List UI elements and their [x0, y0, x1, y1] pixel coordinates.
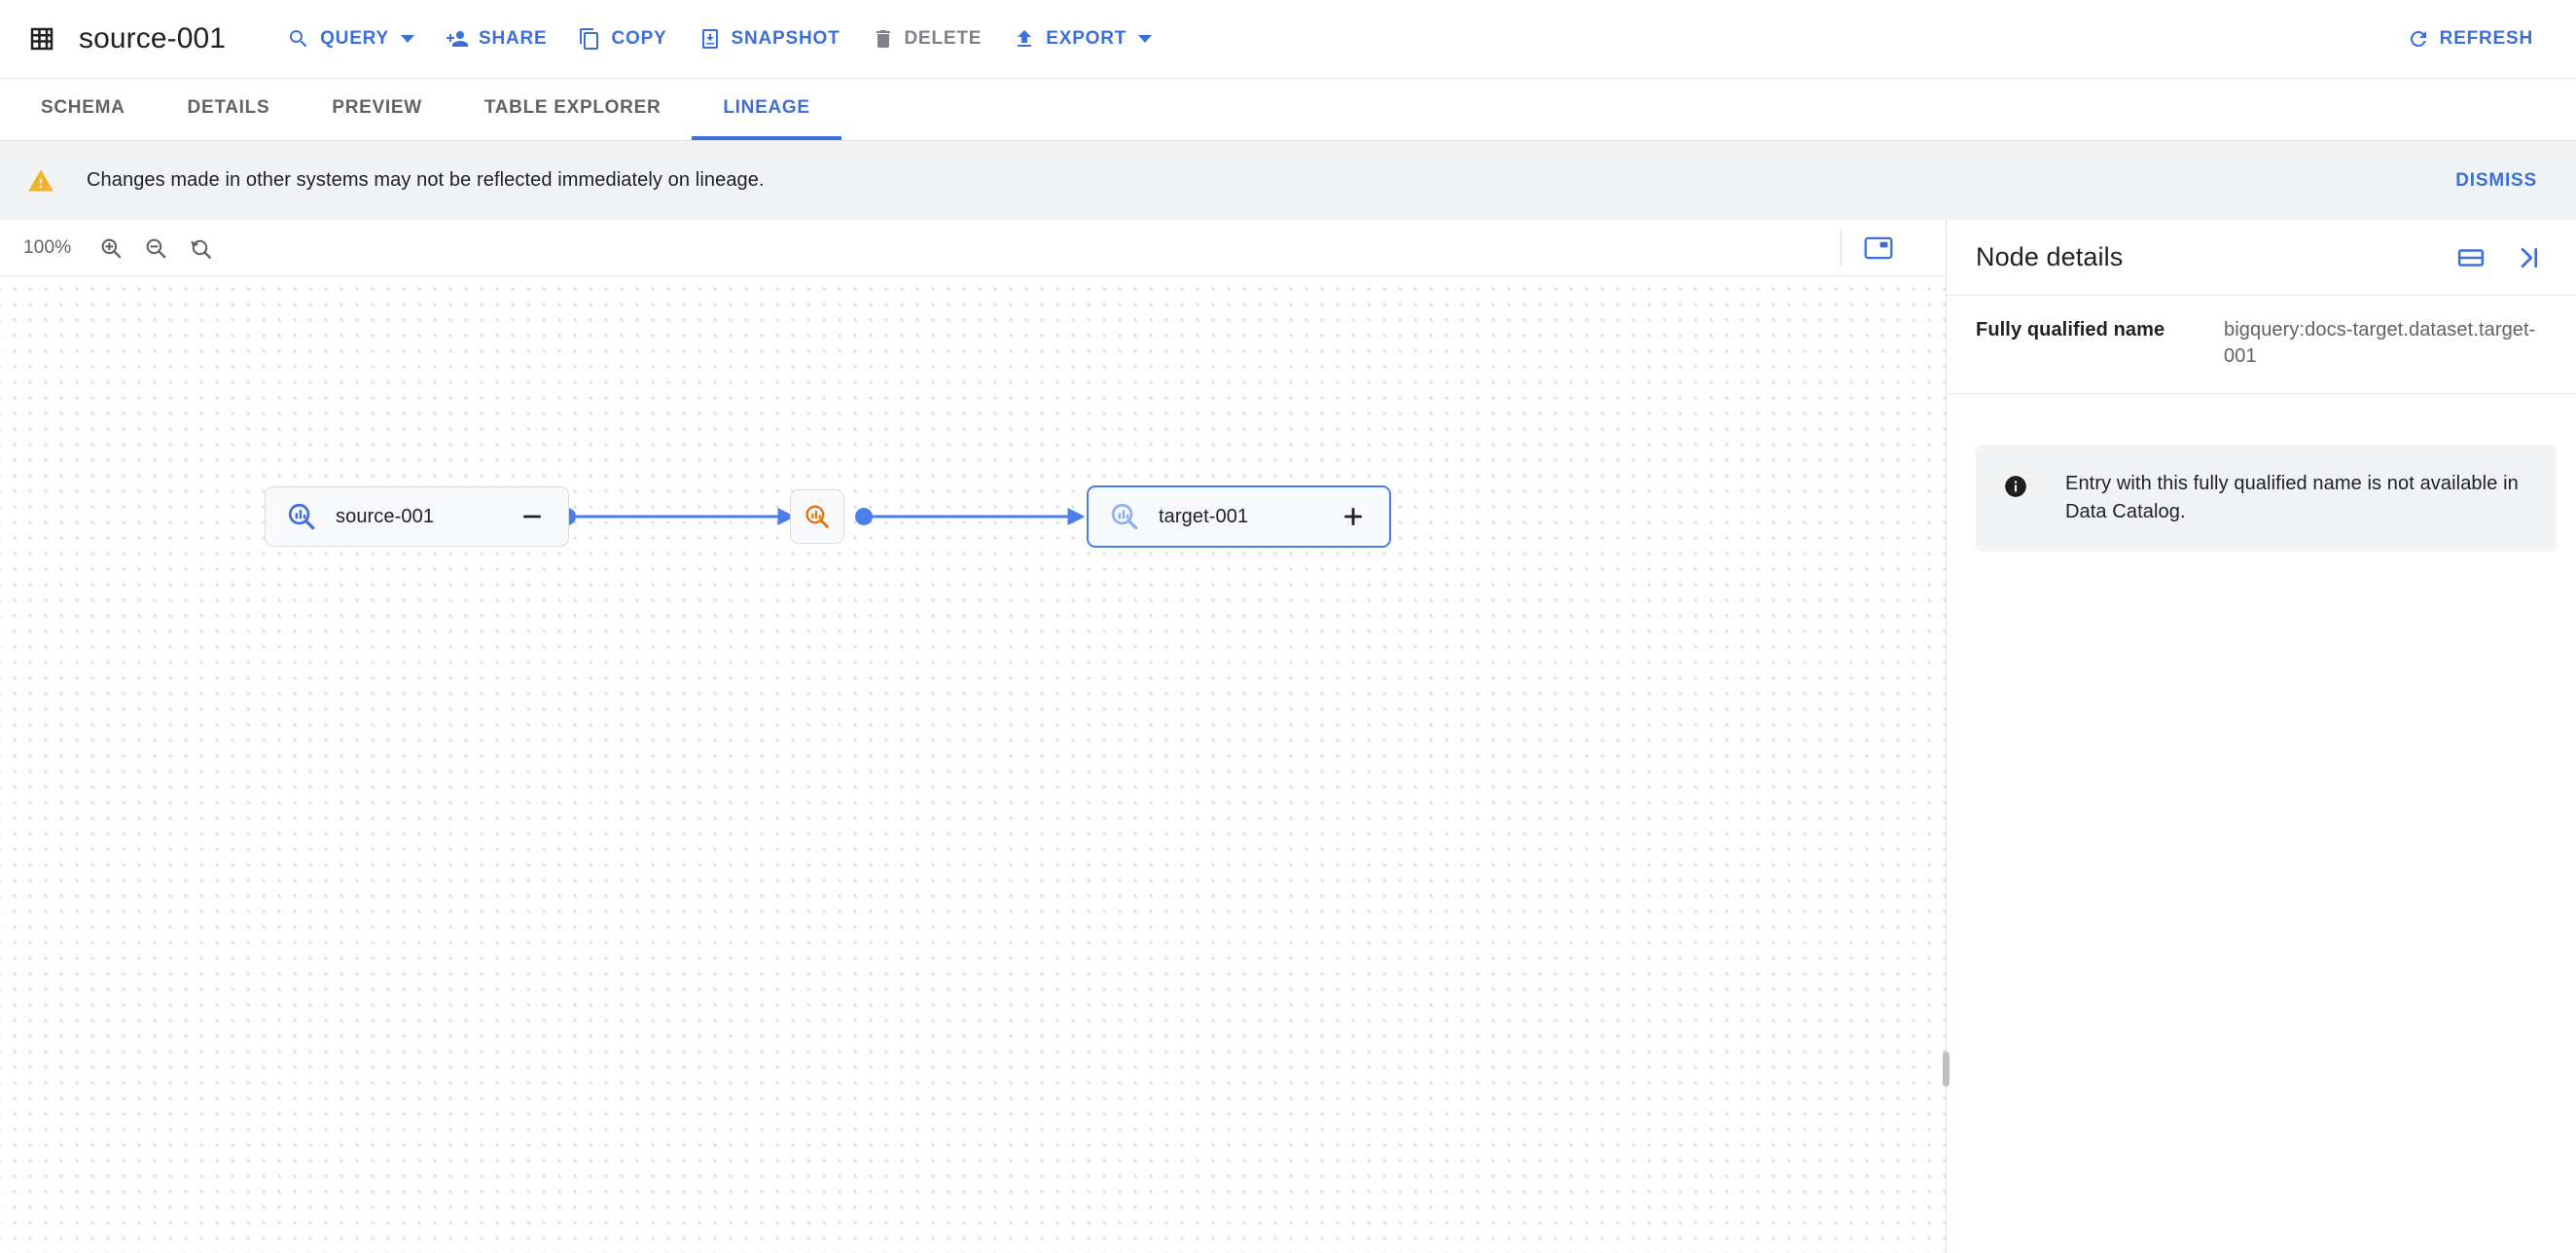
toolbar-divider	[1841, 229, 1842, 267]
tab-lineage[interactable]: LINEAGE	[692, 79, 841, 140]
minus-icon	[523, 515, 541, 519]
lineage-node-target[interactable]: target-001	[1087, 485, 1391, 548]
table-icon	[30, 27, 54, 51]
tab-preview[interactable]: PREVIEW	[301, 79, 453, 140]
zoom-level-label: 100%	[23, 236, 72, 258]
lineage-canvas-column: 100% source-001 target-001	[0, 220, 1946, 1253]
delete-label: DELETE	[904, 28, 983, 49]
tab-bar: SCHEMA DETAILS PREVIEW TABLE EXPLORER LI…	[0, 79, 2576, 141]
collapse-right-icon	[2521, 247, 2538, 268]
lineage-node-target-label: target-001	[1159, 505, 1249, 527]
export-label: EXPORT	[1046, 28, 1127, 49]
bigquery-search-icon	[288, 503, 315, 530]
panel-resizer[interactable]	[1943, 220, 1950, 1253]
warning-icon	[28, 168, 54, 191]
refresh-icon	[2410, 30, 2426, 47]
app-header: source-001 QUERY SHARE COPY SNAPSHOT DEL…	[0, 0, 2576, 79]
dismiss-button[interactable]: DISMISS	[2444, 161, 2549, 201]
zoom-in-icon	[102, 238, 122, 258]
chevron-down-icon	[400, 35, 414, 43]
canvas-toolbar: 100%	[0, 220, 1946, 276]
process-search-icon	[805, 505, 829, 528]
node-details-header-actions	[2450, 236, 2549, 279]
share-button[interactable]: SHARE	[430, 15, 563, 63]
zoom-reset-button[interactable]	[178, 226, 223, 270]
zoom-out-icon	[147, 238, 166, 258]
tab-details[interactable]: DETAILS	[157, 79, 302, 140]
panel-resizer-grip[interactable]	[1943, 1052, 1950, 1087]
snapshot-label: SNAPSHOT	[731, 28, 841, 49]
banner-message: Changes made in other systems may not be…	[87, 169, 765, 191]
refresh-label: REFRESH	[2439, 28, 2533, 49]
catalog-info-box: Entry with this fully qualified name is …	[1976, 445, 2557, 553]
person-add-icon	[446, 31, 468, 47]
delete-button[interactable]: DELETE	[856, 15, 998, 63]
split-layout-icon	[2457, 248, 2485, 267]
copy-label: COPY	[611, 28, 667, 49]
snapshot-icon	[701, 29, 718, 49]
query-label: QUERY	[320, 28, 389, 49]
query-button[interactable]: QUERY	[271, 15, 430, 63]
expand-target-button[interactable]	[1339, 502, 1368, 531]
trash-icon	[876, 30, 890, 48]
plus-icon	[1344, 508, 1362, 525]
share-label: SHARE	[478, 28, 548, 49]
lineage-node-source[interactable]: source-001	[265, 486, 569, 547]
split-layout-button[interactable]	[2450, 236, 2492, 279]
property-value: bigquery:docs-target.dataset.target-001	[2224, 319, 2536, 368]
minimap-icon	[1864, 236, 1893, 259]
copy-icon	[580, 28, 599, 50]
zoom-reset-icon	[191, 239, 212, 259]
node-details-header: Node details	[1947, 220, 2576, 296]
collapse-panel-button[interactable]	[2506, 236, 2549, 279]
tab-schema[interactable]: SCHEMA	[10, 79, 157, 140]
zoom-out-button[interactable]	[133, 226, 178, 270]
property-key: Fully qualified name	[1976, 319, 2165, 340]
property-row-fully-qualified-name: Fully qualified name bigquery:docs-targe…	[1947, 296, 2576, 395]
info-icon	[2005, 476, 2026, 498]
lineage-node-source-label: source-001	[336, 505, 435, 527]
upload-icon	[1018, 30, 1032, 47]
collapse-source-button[interactable]	[518, 502, 547, 531]
tab-table-explorer[interactable]: TABLE EXPLORER	[453, 79, 693, 140]
export-button[interactable]: EXPORT	[997, 15, 1167, 63]
refresh-button[interactable]: REFRESH	[2391, 15, 2549, 63]
lineage-warning-banner: Changes made in other systems may not be…	[0, 141, 2576, 220]
lineage-graph-canvas[interactable]: source-001 target-001	[0, 276, 1946, 1253]
zoom-in-button[interactable]	[89, 226, 133, 270]
header-actions: QUERY SHARE COPY SNAPSHOT DELETE EXPORT	[271, 15, 1167, 63]
page-title: source-001	[79, 22, 227, 54]
minimap-toggle-button[interactable]	[1856, 226, 1901, 270]
chevron-down-icon	[1138, 35, 1153, 43]
lineage-node-process[interactable]	[790, 489, 844, 544]
node-details-title: Node details	[1976, 242, 2124, 271]
copy-button[interactable]: COPY	[562, 15, 682, 63]
catalog-info-message: Entry with this fully qualified name is …	[2065, 473, 2519, 523]
main-content: 100% source-001 target-001 Node details …	[0, 220, 2576, 1253]
search-icon	[290, 30, 307, 48]
bigquery-search-icon	[1111, 503, 1138, 530]
snapshot-button[interactable]: SNAPSHOT	[683, 15, 856, 63]
node-details-panel: Node details Fully qualified name bigque…	[1947, 220, 2576, 1253]
lineage-edges	[558, 508, 1086, 525]
